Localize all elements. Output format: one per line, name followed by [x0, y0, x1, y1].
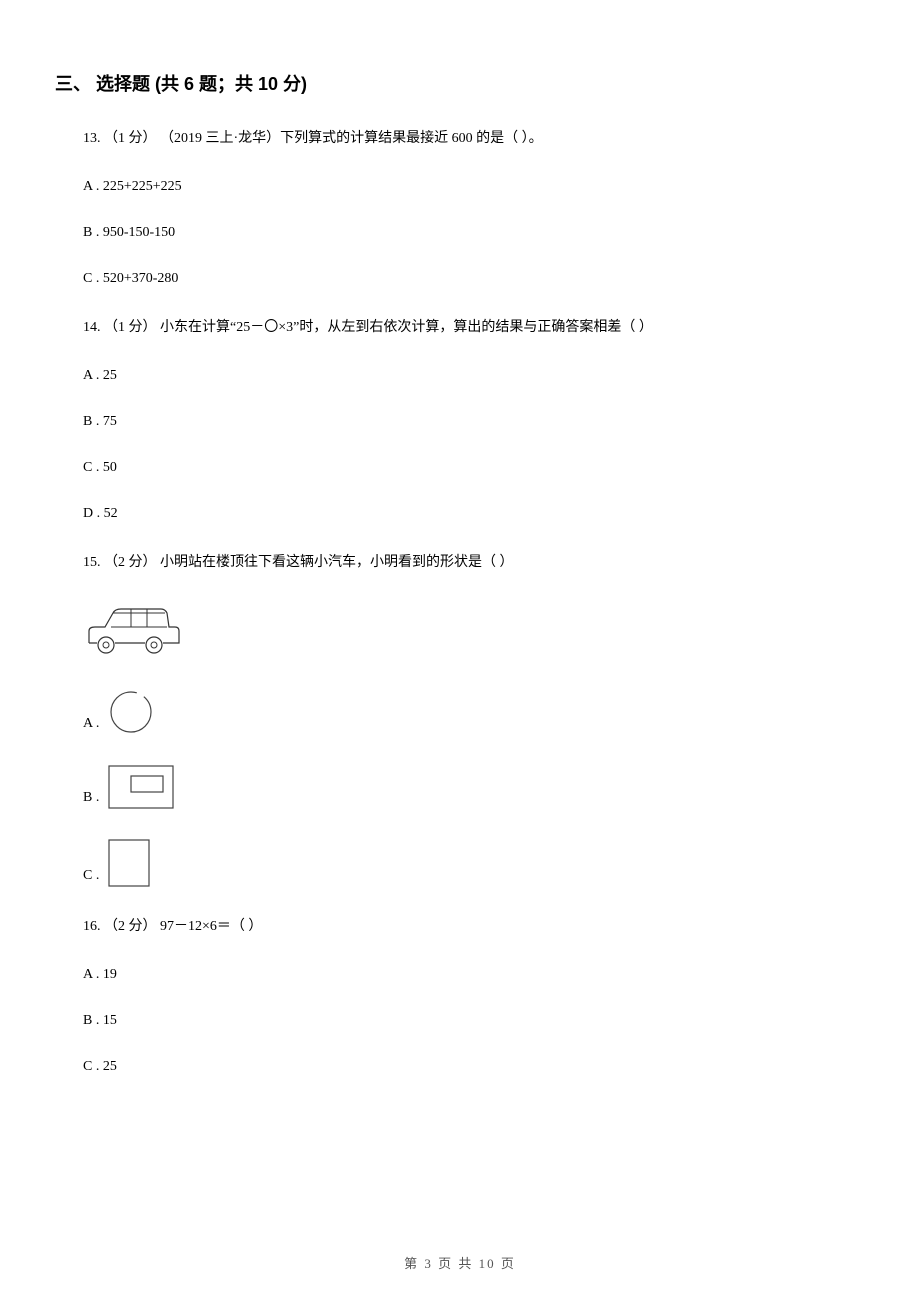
- q13-option-a: A . 225+225+225: [83, 179, 865, 195]
- car-image: [83, 603, 865, 660]
- question-13-text: 13. （1 分） （2019 三上·龙华）下列算式的计算结果最接近 600 的…: [83, 128, 865, 149]
- circle-icon: [107, 688, 155, 736]
- q13-option-c: C . 520+370-280: [83, 271, 865, 287]
- q13-option-b: B . 950-150-150: [83, 225, 865, 241]
- q14-option-c: C . 50: [83, 460, 865, 476]
- section-title: 三、 选择题 (共 6 题；共 10 分): [55, 70, 865, 96]
- question-14-text: 14. （1 分） 小东在计算“25－〇×3”时，从左到右依次计算，算出的结果与…: [83, 317, 865, 338]
- q16-option-b: B . 15: [83, 1013, 865, 1029]
- q14-option-a: A . 25: [83, 368, 865, 384]
- q15-option-c: C .: [83, 838, 865, 888]
- question-16-text: 16. （2 分） 97－12×6＝（ ）: [83, 916, 865, 937]
- rect-icon: [107, 838, 151, 888]
- page-footer: 第 3 页 共 10 页: [0, 1253, 920, 1272]
- q15-option-b-label: B .: [83, 790, 99, 810]
- q14-option-d: D . 52: [83, 506, 865, 522]
- q15-option-a-label: A .: [83, 716, 99, 736]
- q15-option-a: A .: [83, 688, 865, 736]
- question-15-text: 15. （2 分） 小明站在楼顶往下看这辆小汽车，小明看到的形状是（ ）: [83, 552, 865, 573]
- rect-nested-icon: [107, 764, 175, 810]
- q15-option-b: B .: [83, 764, 865, 810]
- q14-option-b: B . 75: [83, 414, 865, 430]
- q15-option-c-label: C .: [83, 868, 99, 888]
- q16-option-a: A . 19: [83, 967, 865, 983]
- q16-option-c: C . 25: [83, 1059, 865, 1075]
